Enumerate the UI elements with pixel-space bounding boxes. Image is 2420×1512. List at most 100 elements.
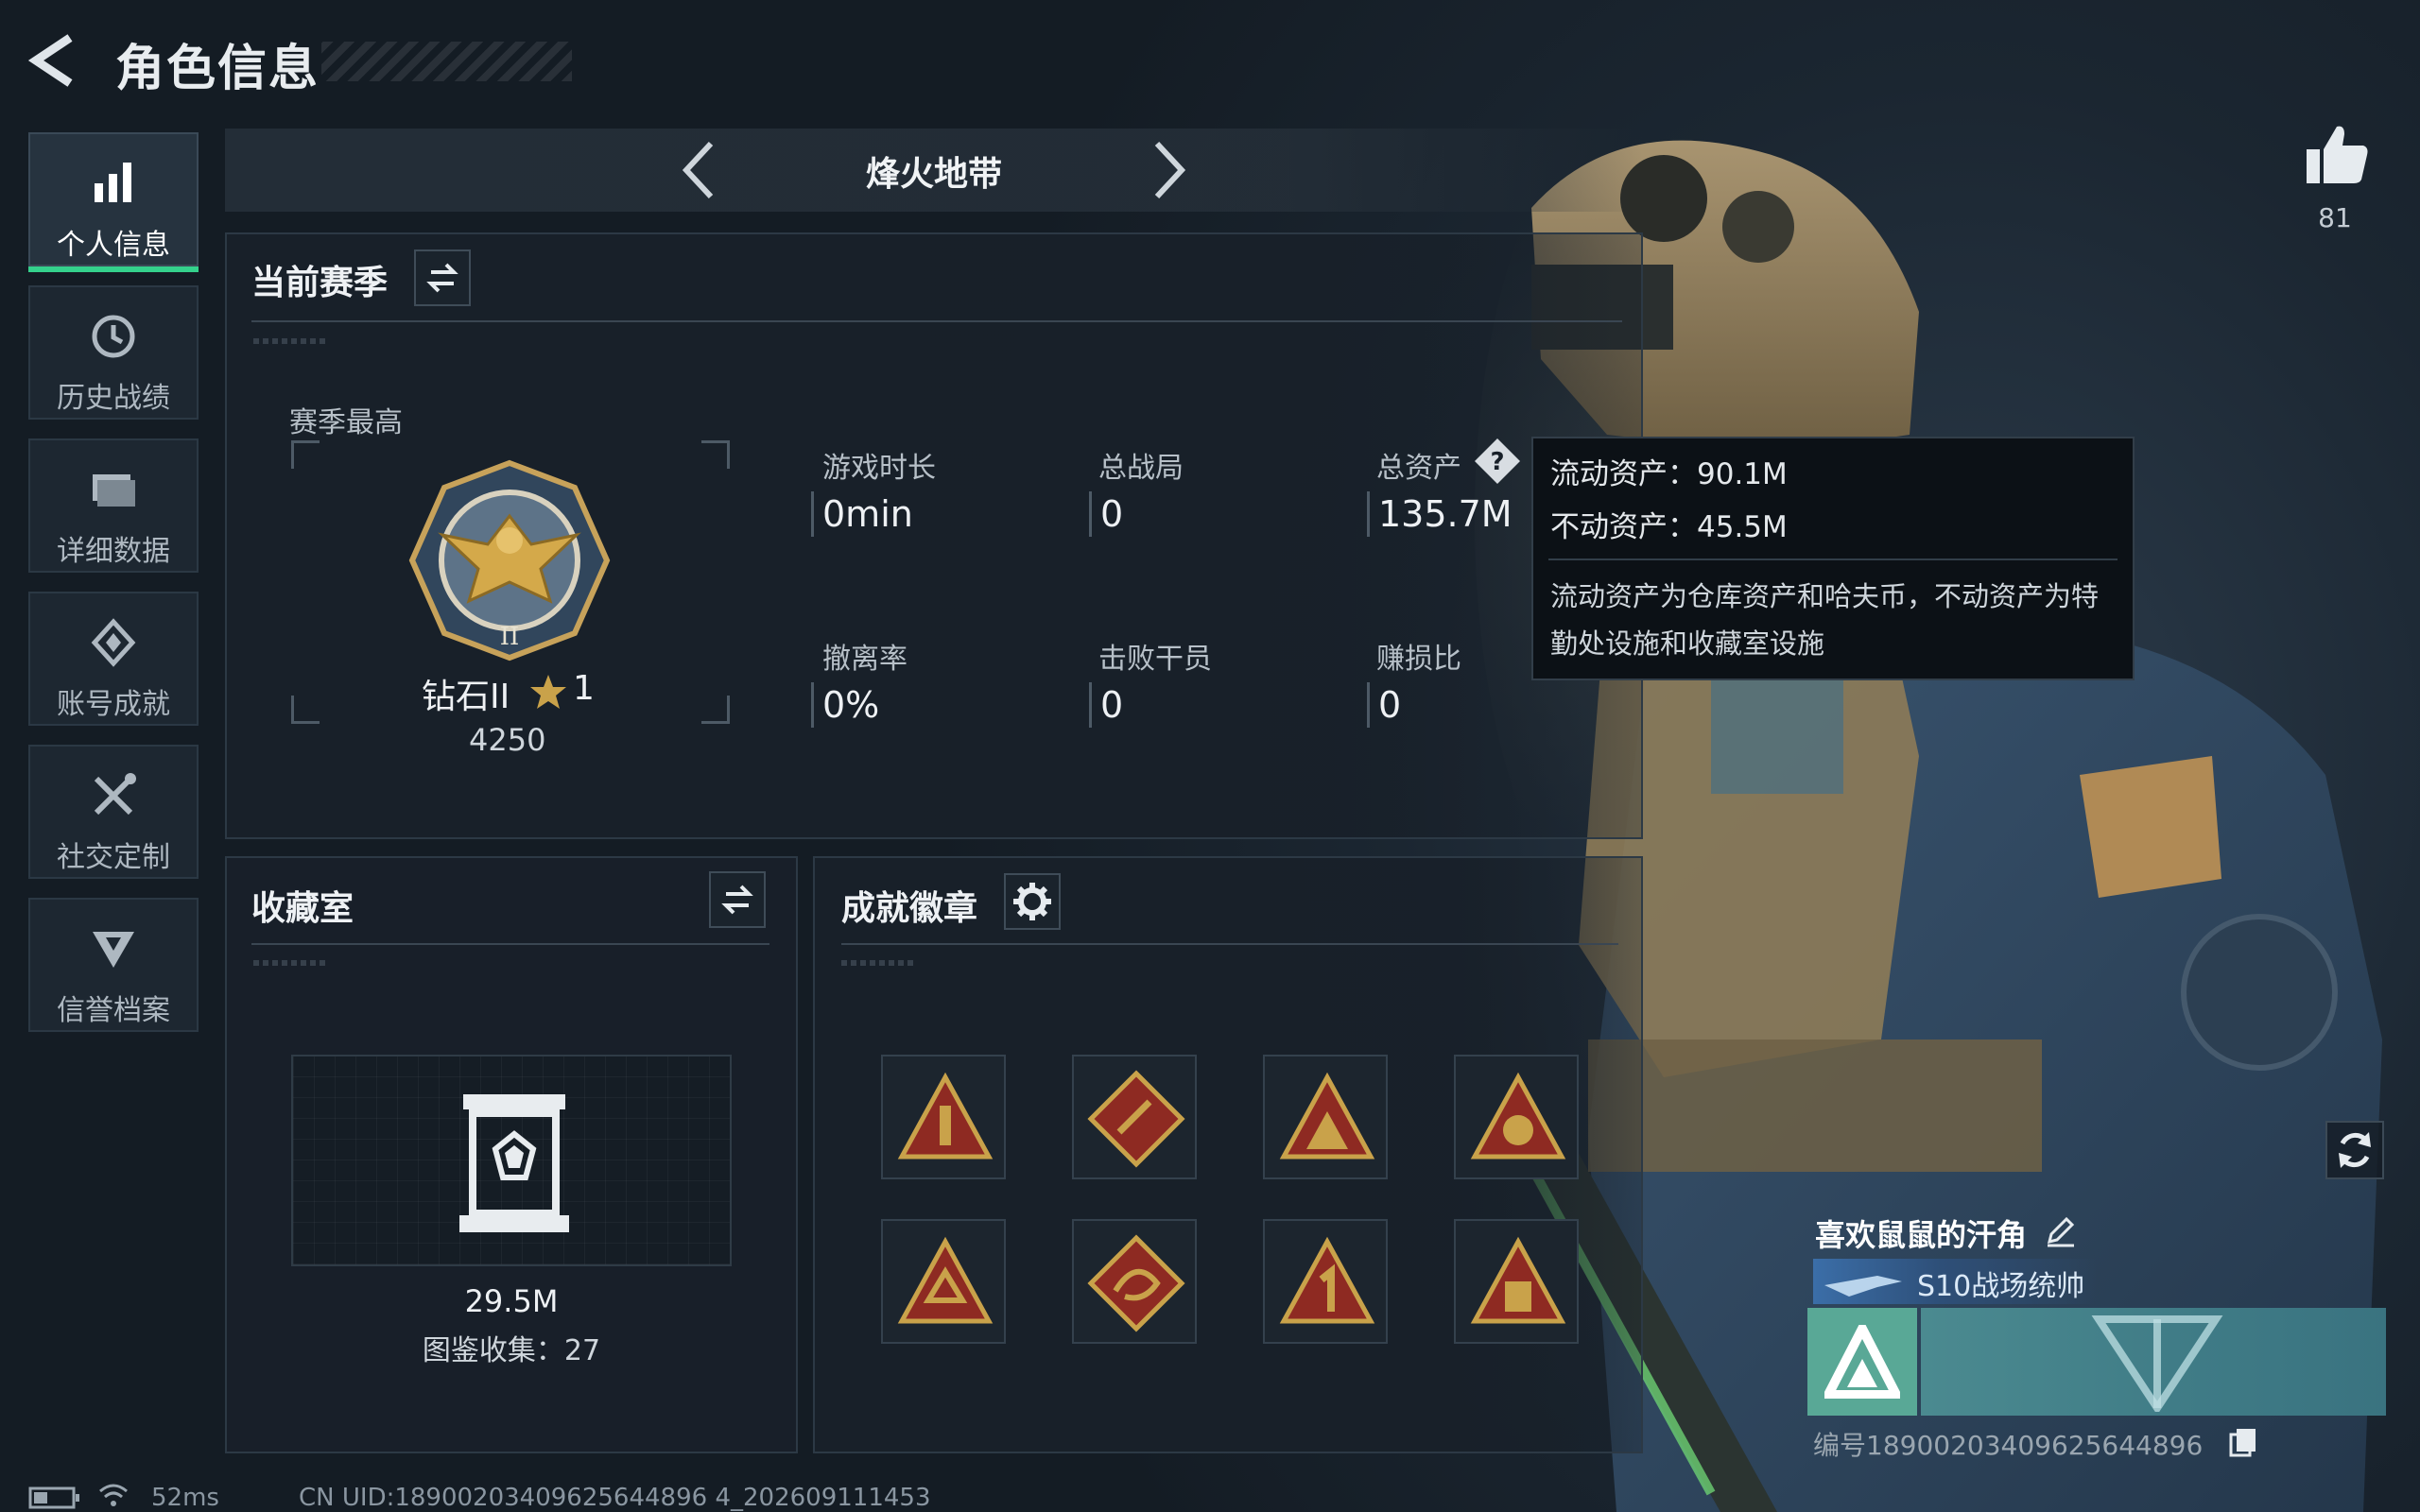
tooltip-liquid-assets: 流动资产：90.1M [1550,457,1788,491]
assets-tooltip: 流动资产：90.1M 不动资产：45.5M 流动资产为仓库资产和哈夫币，不动资产… [1531,437,2135,680]
next-mode-arrow-icon[interactable] [1140,138,1197,202]
title-plate-text: S10战场统帅 [1917,1270,2085,1303]
badge-tile[interactable] [1072,1055,1197,1179]
achievement-icon [91,618,136,667]
collection-title: 收藏室 [251,889,354,928]
jet-icon [1824,1276,1902,1297]
triangle-badge-icon [1279,1072,1375,1160]
triangle-badge-icon [1470,1072,1566,1160]
player-id: 编号18900203409625644896 [1813,1430,2204,1461]
credibility-icon [93,932,134,968]
svg-text:?: ? [1490,448,1504,476]
frame-corner [701,696,730,724]
diamond-badge-icon [1087,1070,1185,1168]
stat-label-kills: 击败干员 [1098,643,1212,676]
back-arrow-icon[interactable] [26,32,83,89]
uid: CN UID:18900203409625644896 4_2026091114… [299,1484,931,1512]
stat-tick [1367,491,1370,537]
season-switch-button[interactable] [414,249,471,306]
triangle-badge-icon [897,1072,994,1160]
tooltip-description: 流动资产为仓库资产和哈夫币，不动资产为特勤处设施和收藏室设施 [1550,580,2100,660]
sidebar-item-personal-info[interactable]: 个人信息 [28,132,199,272]
stat-label-profit-ratio: 赚损比 [1376,643,1461,676]
collection-count: 图鉴收集：27 [422,1334,601,1367]
badge-tile[interactable] [881,1219,1006,1344]
page-title: 角色信息 [115,41,320,97]
refresh-icon [2339,1132,2371,1168]
sidebar-item-history[interactable]: 历史战绩 [28,285,199,420]
collection-preview[interactable] [291,1055,732,1266]
sidebar-item-social[interactable]: 社交定制 [28,745,199,879]
badges-settings-button[interactable] [1004,873,1061,930]
name-card-banner[interactable] [1921,1308,2386,1416]
stat-value-kills: 0 [1100,684,1124,726]
sidebar-item-label: 历史战绩 [57,382,170,415]
history-clock-icon [92,315,135,358]
stat-tick [1089,682,1092,728]
badge-tile[interactable] [1072,1219,1197,1344]
number-one-badge-icon [1279,1236,1375,1324]
decoration [841,960,917,966]
bar-chart-icon [95,163,131,202]
sidebar-item-details[interactable]: 详细数据 [28,438,199,573]
sidebar-item-achievements[interactable]: 账号成就 [28,592,199,726]
divider [841,943,1618,945]
decoration [253,960,329,966]
badge-tile[interactable] [1454,1219,1579,1344]
divider [251,320,1622,322]
display-case-icon [459,1094,569,1232]
season-title: 当前赛季 [251,264,389,302]
stat-value-matches: 0 [1100,493,1124,535]
divider [1548,558,2118,560]
tooltip-fixed-assets: 不动资产：45.5M [1550,510,1788,544]
prev-mode-arrow-icon[interactable] [671,138,728,202]
like-count: 81 [2318,202,2352,233]
triangle-badge-icon [1470,1236,1566,1324]
frame-corner [701,440,730,469]
rank-name: 钻石II [422,678,510,716]
badge-tile[interactable] [1263,1055,1388,1179]
stat-tick [1367,682,1370,728]
edit-pencil-icon[interactable] [2044,1213,2078,1247]
season-peak-label: 赛季最高 [289,406,403,439]
swap-icon [721,885,753,915]
stat-label-playtime: 游戏时长 [822,452,936,485]
decoration [253,338,329,344]
collection-switch-button[interactable] [709,871,766,928]
copy-icon[interactable] [2229,1427,2257,1457]
stat-label-extraction: 撤离率 [822,643,908,676]
rank-points: 4250 [469,722,546,758]
tools-icon [94,773,136,816]
badge-tile[interactable] [881,1055,1006,1179]
stat-label-assets: 总资产 [1376,452,1461,485]
help-icon[interactable]: ? [1473,437,1522,486]
stat-tick [811,491,814,537]
stat-value-profit-ratio: 0 [1378,684,1402,726]
thumbs-up-icon[interactable] [2303,121,2371,189]
player-name: 喜欢鼠鼠的汗角 [1815,1217,2028,1253]
dragon-badge-icon [1087,1234,1185,1332]
stat-value-extraction: 0% [822,684,880,726]
refresh-button[interactable] [2325,1121,2384,1179]
stat-tick [1089,491,1092,537]
sidebar-item-label: 个人信息 [57,229,170,262]
svg-text:II: II [500,623,520,651]
triangle-logo-icon [1824,1325,1900,1399]
badge-tile[interactable] [1454,1055,1579,1179]
sidebar-item-label: 详细数据 [57,535,170,568]
battery-icon [28,1486,79,1509]
stat-value-playtime: 0min [822,493,913,535]
triangle-badge-icon [897,1236,994,1324]
stat-value-assets: 135.7M [1378,493,1512,535]
frame-corner [291,440,320,469]
rank-stars: 1 [573,669,595,708]
stat-label-matches: 总战局 [1098,452,1184,485]
gear-icon [1013,883,1051,920]
sidebar-item-label: 信誉档案 [57,994,170,1027]
stat-tick [811,682,814,728]
team-logo-icon [2091,1315,2223,1412]
rank-card[interactable] [1807,1308,1917,1416]
sidebar-item-credibility[interactable]: 信誉档案 [28,898,199,1032]
star-icon [530,675,566,709]
badge-tile[interactable] [1263,1219,1388,1344]
